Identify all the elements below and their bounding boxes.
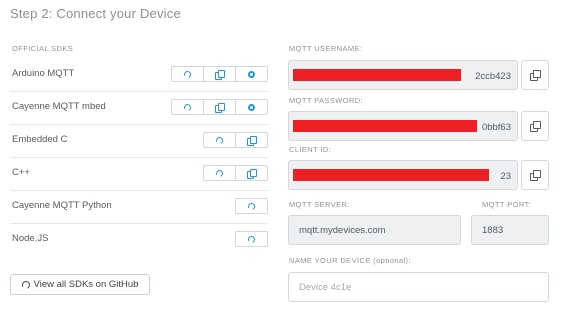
github-button[interactable] (171, 66, 204, 82)
mqtt-password-field[interactable]: 0bbf63 (288, 111, 518, 141)
copy-button[interactable] (235, 132, 268, 148)
client-id-field[interactable]: 23 (288, 160, 518, 190)
sdk-row-nodejs: Node.JS (10, 224, 268, 257)
download-icon (248, 70, 255, 78)
sdk-row-cayenne-mqtt-python: Cayenne MQTT Python (10, 191, 268, 224)
official-sdks-label: OFFICIAL SDKS (12, 44, 74, 53)
view-all-sdks-label: View all SDKs on GitHub (33, 279, 139, 290)
copy-button[interactable] (203, 66, 236, 82)
copy-icon (215, 69, 225, 80)
view-all-sdks-github-button[interactable]: View all SDKs on GitHub (10, 274, 150, 295)
device-name-label: NAME YOUR DEVICE (optional): (289, 256, 411, 265)
mqtt-password-value: 0bbf63 (481, 122, 511, 133)
sdk-name: C++ (12, 167, 30, 178)
sdk-button-group (235, 231, 268, 247)
sdk-button-group (203, 132, 268, 148)
sdk-button-group (171, 99, 268, 115)
sdk-name: Embedded C (12, 134, 68, 145)
mqtt-server-field[interactable]: mqtt.mydevices.com (288, 215, 461, 245)
mqtt-port-value: 1883 (482, 224, 504, 236)
sdk-row-cayenne-mqtt-mbed: Cayenne MQTT mbed (10, 92, 268, 125)
redaction-bar (293, 69, 461, 81)
device-name-placeholder: Device 4c1e (299, 281, 352, 293)
copy-icon (247, 135, 257, 146)
sdk-button-group (235, 198, 268, 214)
sdk-row-cpp: C++ (10, 158, 268, 191)
github-button[interactable] (203, 132, 236, 148)
copy-button[interactable] (203, 99, 236, 115)
download-button[interactable] (235, 66, 268, 82)
copy-icon (247, 168, 257, 179)
redaction-bar (293, 169, 489, 181)
sdk-button-group (171, 66, 268, 82)
mqtt-username-value: 2ccb423 (475, 71, 511, 82)
copy-password-button[interactable] (521, 111, 549, 141)
sdk-name: Cayenne MQTT Python (12, 200, 112, 211)
copy-button[interactable] (235, 165, 268, 181)
copy-client-id-button[interactable] (521, 160, 549, 190)
github-icon (215, 135, 224, 145)
mqtt-server-value: mqtt.mydevices.com (299, 224, 386, 236)
sdk-button-group (203, 165, 268, 181)
mqtt-username-label: MQTT USERNAME: (289, 44, 363, 53)
copy-icon (215, 102, 225, 113)
github-icon (247, 234, 256, 244)
client-id-value: 23 (500, 171, 511, 182)
github-button[interactable] (235, 231, 268, 247)
mqtt-port-label: MQTT PORT: (482, 200, 532, 209)
step-title: Step 2: Connect your Device (10, 6, 181, 21)
download-button[interactable] (235, 99, 268, 115)
copy-icon (530, 170, 541, 181)
github-icon (183, 69, 192, 79)
copy-username-button[interactable] (521, 60, 549, 90)
sdk-row-arduino-mqtt: Arduino MQTT (10, 59, 268, 92)
github-icon (247, 201, 256, 211)
copy-icon (530, 70, 541, 81)
github-icon (215, 168, 224, 178)
sdk-name: Node.JS (12, 233, 49, 244)
mqtt-password-label: MQTT PASSWORD: (289, 96, 364, 105)
download-icon (248, 103, 255, 111)
github-button[interactable] (235, 198, 268, 214)
redaction-bar (293, 120, 477, 132)
copy-icon (530, 121, 541, 132)
github-icon (183, 102, 192, 112)
mqtt-port-field[interactable]: 1883 (471, 215, 549, 245)
sdk-row-embedded-c: Embedded C (10, 125, 268, 158)
device-name-input[interactable]: Device 4c1e (288, 272, 549, 302)
mqtt-server-label: MQTT SERVER: (289, 200, 350, 209)
sdk-name: Cayenne MQTT mbed (12, 101, 106, 112)
github-button[interactable] (203, 165, 236, 181)
github-button[interactable] (171, 99, 204, 115)
client-id-label: CLIENT ID: (289, 145, 332, 154)
mqtt-username-field[interactable]: 2ccb423 (288, 60, 518, 90)
github-icon (20, 279, 31, 290)
sdk-name: Arduino MQTT (12, 68, 75, 79)
